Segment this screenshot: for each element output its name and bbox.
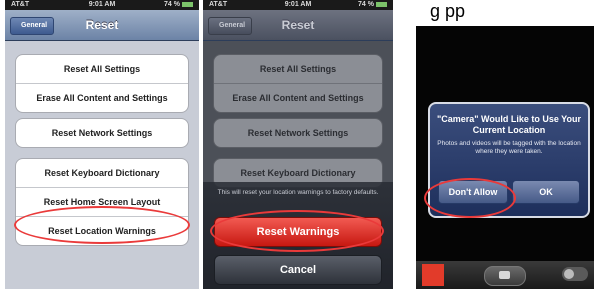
settings-group: Reset All Settings Erase All Content and… [15,54,189,113]
navigation-bar: General Reset [203,10,393,41]
settings-group: Reset Network Settings [15,118,189,148]
reset-network-settings-row[interactable]: Reset Network Settings [214,119,382,147]
photo-video-toggle[interactable] [562,267,588,281]
reset-keyboard-dictionary-row[interactable]: Reset Keyboard Dictionary [16,159,188,188]
alert-message: Photos and videos will be tagged with th… [437,140,581,155]
erase-all-content-row[interactable]: Erase All Content and Settings [16,84,188,112]
camera-icon [499,271,510,279]
erase-all-content-row[interactable]: Erase All Content and Settings [214,84,382,112]
navigation-bar: General Reset [5,10,199,41]
settings-group: Reset Network Settings [213,118,383,148]
caption-fragment: g pp [416,0,594,26]
shutter-button[interactable] [484,266,526,286]
last-photo-thumbnail[interactable] [422,264,444,286]
status-bar: AT&T 9:01 AM 74 % [5,0,199,10]
cancel-button[interactable]: Cancel [214,255,382,285]
highlight-circle [210,210,384,252]
screen-reset-menu: AT&T 9:01 AM 74 % General Reset Reset Al… [5,0,199,289]
screen-camera-location-alert: "Camera" Would Like to Use Your Current … [416,26,594,289]
reset-all-settings-row[interactable]: Reset All Settings [214,55,382,84]
reset-all-settings-row[interactable]: Reset All Settings [16,55,188,84]
camera-toolbar [416,261,594,289]
highlight-circle [424,178,516,218]
ok-button[interactable]: OK [512,180,580,204]
reset-network-settings-row[interactable]: Reset Network Settings [16,119,188,147]
page-title: Reset [281,18,315,32]
action-sheet-message: This will reset your location warnings t… [217,189,379,196]
status-bar: AT&T 9:01 AM 74 % [203,0,393,10]
page-title: Reset [85,18,119,32]
settings-group: Reset All Settings Erase All Content and… [213,54,383,113]
battery-icon: 74 % [358,1,387,8]
alert-title: "Camera" Would Like to Use Your Current … [436,114,582,135]
battery-icon: 74 % [164,1,193,8]
highlight-circle [14,206,190,244]
